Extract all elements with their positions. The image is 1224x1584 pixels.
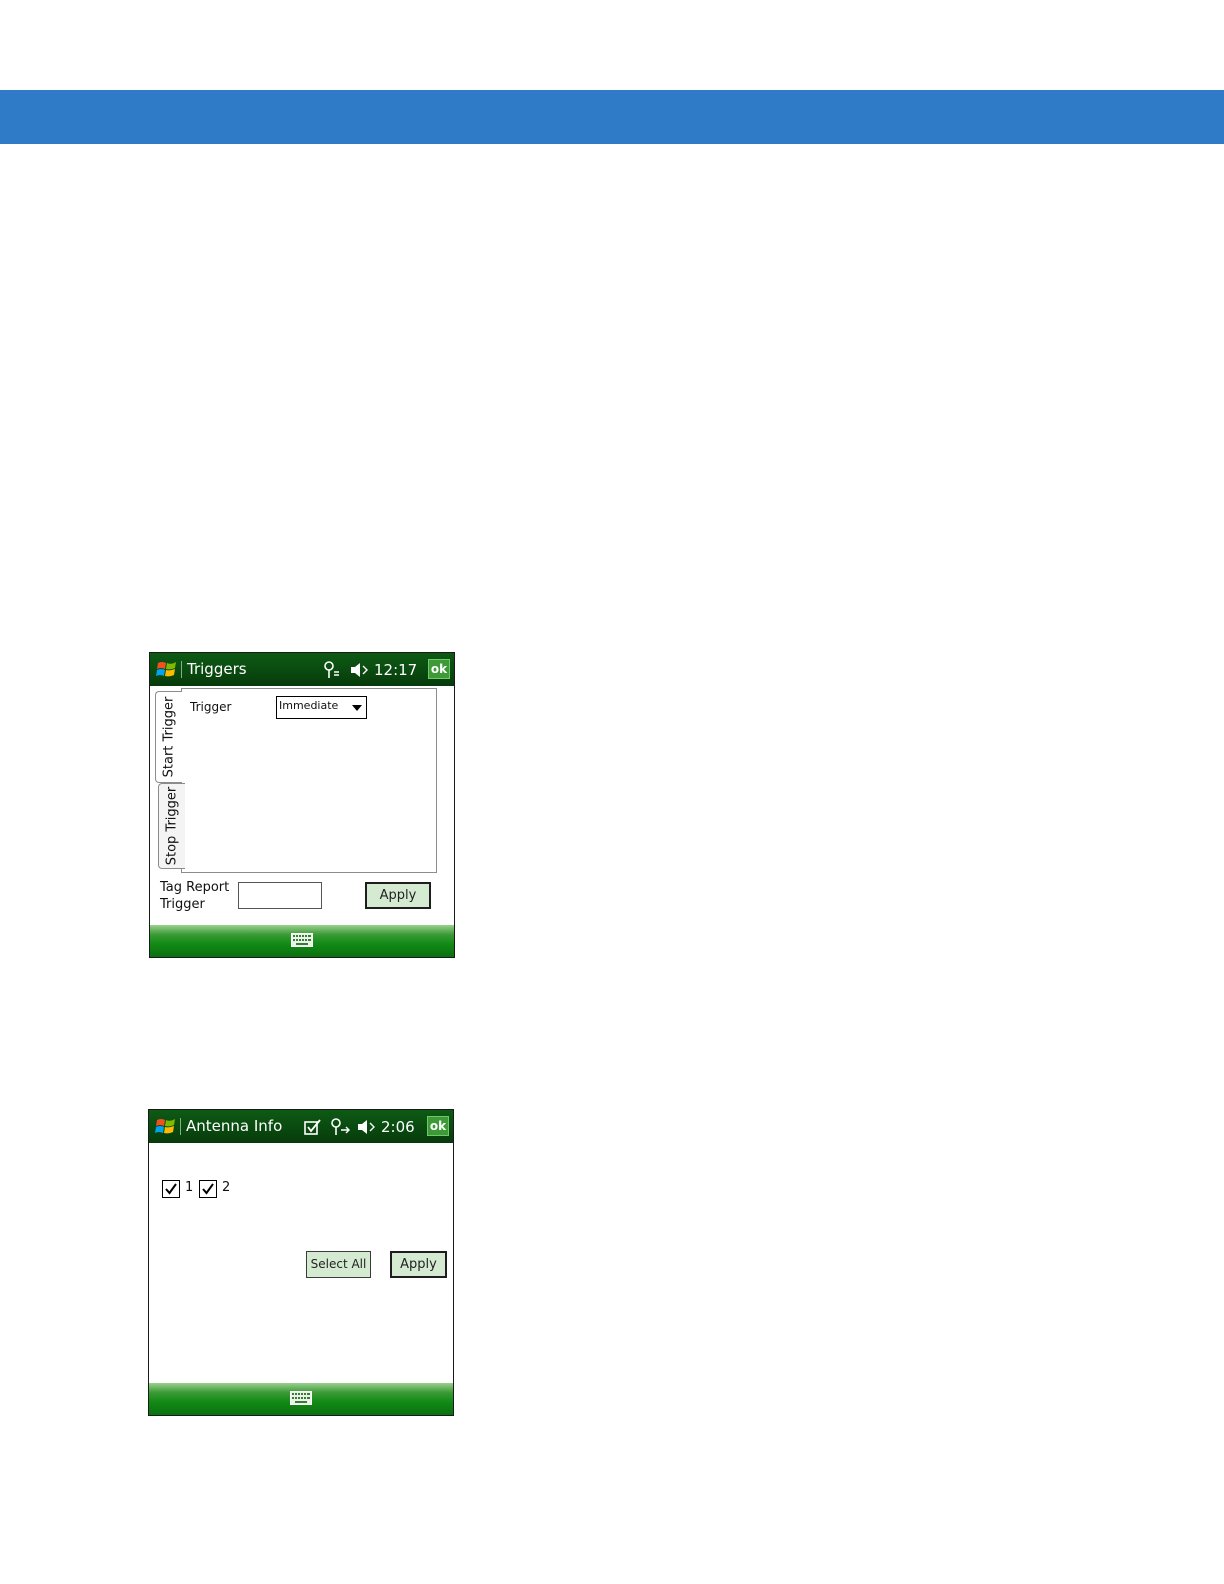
tab-label: Start Trigger [161, 696, 177, 778]
tab-stop-trigger[interactable]: Stop Trigger [158, 783, 185, 869]
speaker-muted-icon[interactable] [356, 1117, 376, 1137]
trigger-dropdown[interactable]: Immediate [276, 696, 367, 719]
clock: 2:06 [381, 1118, 415, 1136]
checkmark-icon [202, 1183, 214, 1195]
connectivity-icon[interactable] [329, 1117, 351, 1137]
antenna-2-checkbox[interactable] [199, 1180, 217, 1198]
antenna-info-screen: Antenna Info 2:06 ok 1 2 Select All Appl… [148, 1109, 454, 1416]
triggers-screen: Triggers 12:17 ok Start Trigger Stop Tri… [149, 652, 455, 958]
antenna-2-label: 2 [222, 1180, 231, 1195]
select-all-button[interactable]: Select All [306, 1251, 371, 1278]
speaker-muted-icon[interactable] [349, 660, 369, 680]
tab-label: Stop Trigger [164, 786, 180, 866]
title-separator [181, 661, 182, 678]
header-band [0, 90, 1224, 144]
keyboard-icon[interactable] [290, 1391, 312, 1405]
keyboard-icon[interactable] [291, 933, 313, 947]
trigger-dropdown-value: Immediate [279, 699, 339, 712]
ok-button[interactable]: ok [428, 659, 450, 679]
windows-start-icon[interactable] [156, 659, 178, 681]
connectivity-icon[interactable] [322, 660, 342, 680]
checklist-icon[interactable] [303, 1117, 323, 1137]
clock: 12:17 [374, 661, 418, 679]
title-separator [180, 1118, 181, 1135]
tag-report-trigger-input[interactable] [238, 882, 322, 909]
windows-start-icon[interactable] [155, 1116, 177, 1138]
soft-key-bar [149, 1383, 453, 1415]
trigger-label: Trigger [190, 700, 232, 714]
dropdown-arrow-icon[interactable] [352, 705, 362, 711]
title-bar: Antenna Info 2:06 ok [149, 1110, 453, 1143]
tag-report-label-line2: Trigger [160, 897, 205, 912]
soft-key-bar [150, 925, 454, 957]
antenna-1-checkbox[interactable] [162, 1180, 180, 1198]
window-title: Antenna Info [186, 1117, 283, 1135]
apply-button[interactable]: Apply [365, 882, 431, 909]
tag-report-label: Tag Report [160, 880, 230, 895]
checkmark-icon [165, 1183, 177, 1195]
tab-start-trigger[interactable]: Start Trigger [155, 691, 182, 783]
apply-button[interactable]: Apply [390, 1251, 447, 1278]
title-bar: Triggers 12:17 ok [150, 653, 454, 686]
ok-button[interactable]: ok [427, 1116, 449, 1136]
antenna-1-label: 1 [185, 1180, 194, 1195]
window-title: Triggers [187, 660, 247, 678]
